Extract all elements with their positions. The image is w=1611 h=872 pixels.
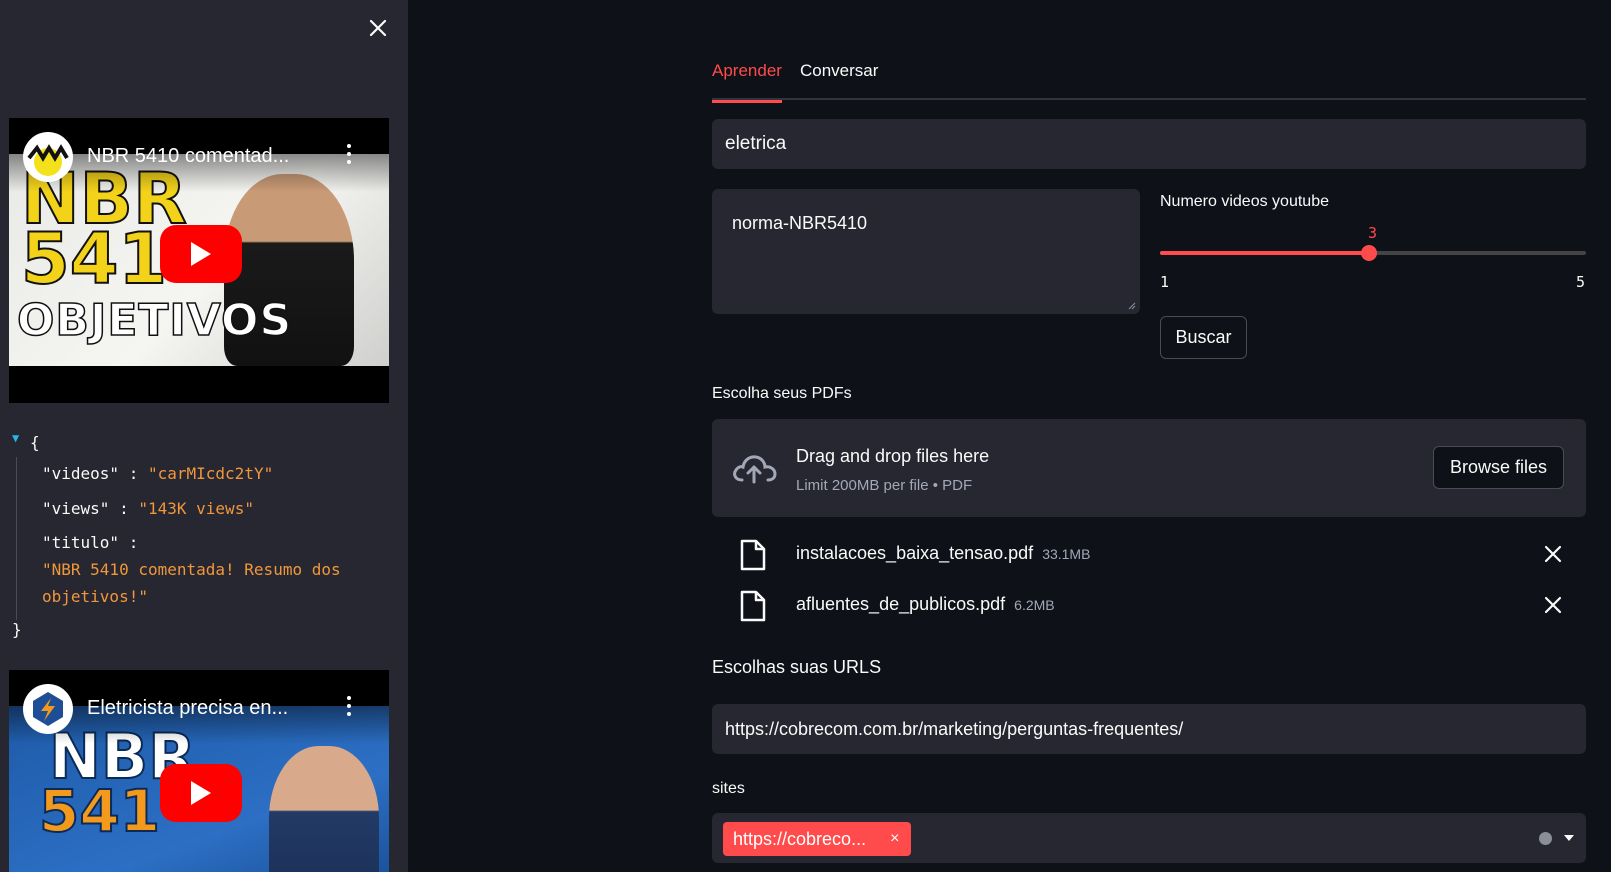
channel-logo-icon — [24, 685, 72, 733]
thumbnail-text: 541 — [20, 218, 168, 300]
slider-label: Numero videos youtube — [1160, 193, 1329, 210]
uploaded-file: afluentes_de_publicos.pdf 6.2MB — [712, 584, 1586, 628]
url-input[interactable]: https://cobrecom.com.br/marketing/pergun… — [712, 704, 1586, 754]
video-title-bar: NBR 5410 comentad... — [9, 118, 389, 192]
cloud-upload-icon — [733, 455, 777, 484]
file-name-text: instalacoes_baixa_tensao.pdf — [796, 543, 1034, 563]
file-icon — [740, 539, 766, 571]
thumbnail-text: 541 — [38, 777, 161, 845]
json-colon: : — [128, 533, 139, 552]
urls-label: Escolhas suas URLS — [712, 657, 882, 677]
caret-down-icon: ▼ — [12, 431, 20, 445]
buscar-button[interactable]: Buscar — [1160, 316, 1247, 359]
thumbnail-text: OBJETIVOS — [16, 295, 293, 346]
json-key: "titulo" — [42, 533, 120, 552]
slider-value: 3 — [1368, 224, 1378, 242]
chip-remove-icon[interactable]: × — [890, 830, 899, 848]
json-value: "NBR 5410 comentada! Resumo dos — [42, 560, 341, 579]
file-dropzone[interactable]: Drag and drop files here Limit 200MB per… — [712, 419, 1586, 517]
json-colon: : — [119, 499, 129, 518]
main-content: Aprender Conversar eletrica norma-NBR541… — [712, 0, 1586, 872]
json-key: "videos" — [42, 464, 120, 483]
slider-max: 5 — [1576, 273, 1586, 291]
video-more-icon[interactable] — [347, 696, 351, 720]
close-sidebar-button[interactable] — [366, 16, 390, 40]
video-title[interactable]: NBR 5410 comentad... — [87, 145, 312, 168]
presenter-image — [269, 746, 379, 872]
channel-avatar[interactable] — [23, 684, 73, 734]
youtube-video-2[interactable]: NBR 541 Eletricista precisa en... — [9, 670, 389, 872]
json-value: "143K views" — [138, 499, 254, 518]
slider-min: 1 — [1160, 273, 1170, 291]
video-more-icon[interactable] — [347, 144, 351, 168]
play-icon — [191, 781, 211, 805]
topic-input[interactable]: eletrica — [712, 119, 1586, 169]
dropzone-limit: Limit 200MB per file • PDF — [796, 477, 973, 494]
remove-file-icon[interactable] — [1542, 543, 1564, 565]
json-entry-titulo: "titulo" : — [42, 530, 138, 556]
sites-label: sites — [712, 780, 745, 797]
browse-files-button[interactable]: Browse files — [1433, 446, 1564, 489]
dropzone-title: Drag and drop files here — [796, 446, 990, 466]
video-title[interactable]: Eletricista precisa en... — [87, 697, 312, 720]
file-icon — [740, 590, 766, 622]
channel-logo-icon — [24, 133, 72, 181]
tab-conversar[interactable]: Conversar — [800, 61, 878, 98]
remove-file-icon[interactable] — [1542, 594, 1564, 616]
play-button[interactable] — [160, 764, 242, 822]
json-entry-videos: "videos" : "carMIcdc2tY" — [42, 461, 273, 487]
slider-track[interactable] — [1160, 245, 1586, 261]
file-size: 6.2MB — [1014, 597, 1055, 613]
video-title-bar: Eletricista precisa en... — [9, 670, 389, 744]
json-colon: : — [128, 464, 139, 483]
close-icon — [369, 19, 387, 37]
file-name-text: afluentes_de_publicos.pdf — [796, 594, 1006, 614]
json-entry-views: "views" : "143K views" — [42, 496, 254, 522]
json-indent-guide — [16, 457, 17, 620]
json-collapse-toggle[interactable]: ▼ — [12, 424, 19, 451]
sites-multiselect[interactable]: https://cobreco... × — [712, 813, 1586, 863]
json-key: "views" — [42, 499, 110, 518]
pdf-uploader-label: Escolha seus PDFs — [712, 385, 852, 402]
site-chip[interactable]: https://cobreco... × — [723, 822, 912, 856]
dropdown-arrow-icon[interactable] — [1564, 835, 1574, 841]
json-value: objetivos!" — [42, 587, 148, 606]
file-name: afluentes_de_publicos.pdf 6.2MB — [796, 594, 1055, 615]
json-open-brace: { — [30, 433, 40, 452]
sidebar: NBR 541 OBJETIVOS NBR 5410 comentad... ▼… — [0, 0, 408, 872]
resize-grip-icon[interactable] — [1126, 300, 1136, 310]
json-value: "carMIcdc2tY" — [147, 464, 274, 483]
slider-fill — [1160, 251, 1369, 255]
file-name: instalacoes_baixa_tensao.pdf 33.1MB — [796, 543, 1090, 564]
youtube-video-1[interactable]: NBR 541 OBJETIVOS NBR 5410 comentad... — [9, 118, 389, 403]
slider-thumb[interactable] — [1361, 245, 1377, 261]
textarea-value: norma-NBR5410 — [732, 213, 868, 233]
channel-avatar[interactable] — [23, 132, 73, 182]
json-close-brace: } — [12, 620, 22, 639]
play-icon — [191, 242, 211, 266]
file-size: 33.1MB — [1042, 546, 1091, 562]
play-button[interactable] — [160, 225, 242, 283]
tab-aprender[interactable]: Aprender — [712, 61, 782, 103]
chip-label: https://cobreco... — [733, 828, 867, 849]
tab-bar: Aprender Conversar — [712, 58, 1586, 103]
query-textarea[interactable]: norma-NBR5410 — [712, 189, 1140, 314]
clear-all-icon[interactable] — [1539, 832, 1552, 845]
uploaded-file: instalacoes_baixa_tensao.pdf 33.1MB — [712, 533, 1586, 577]
